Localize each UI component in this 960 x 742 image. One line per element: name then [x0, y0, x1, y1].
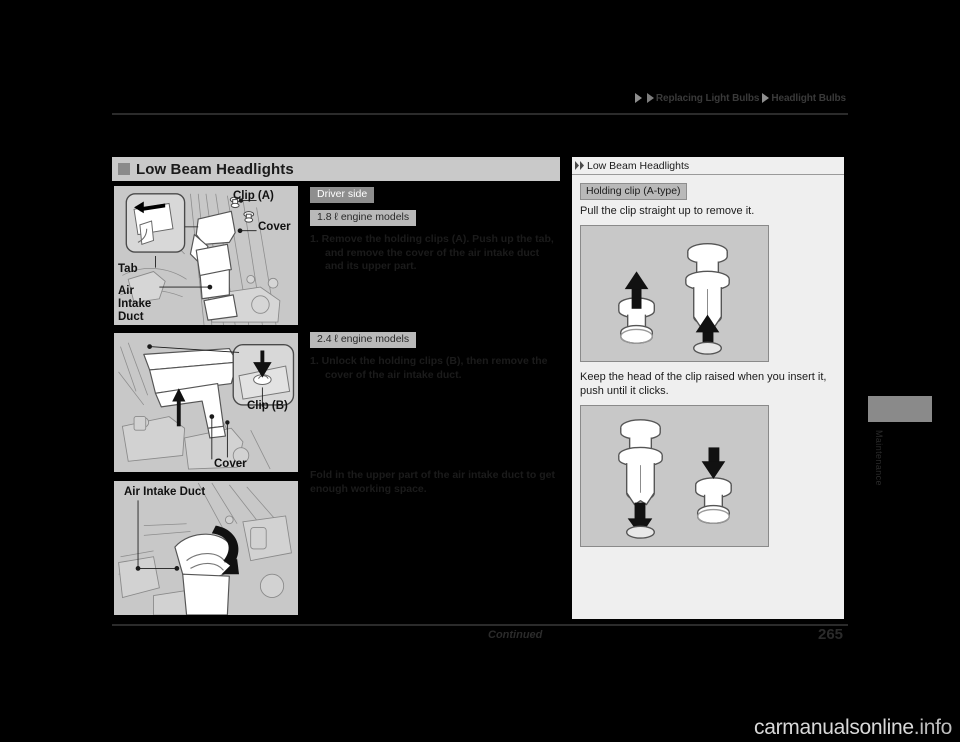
manual-page: Replacing Light Bulbs Headlight Bulbs Lo…: [0, 0, 960, 742]
tag-driver-side: Driver side: [310, 187, 375, 203]
breadcrumb: Replacing Light Bulbs Headlight Bulbs: [632, 88, 846, 108]
watermark-main: carmanualsonline: [754, 716, 914, 739]
label-clip-a: Clip (A): [233, 190, 274, 202]
tag-24l-engine-models: 2.4 ℓ engine models: [310, 332, 417, 348]
clip-insert-figure: [580, 405, 769, 547]
header-divider: [112, 113, 848, 115]
tag-18l-engine-models: 1.8 ℓ engine models: [310, 210, 417, 226]
watermark: carmanualsonline.info: [754, 716, 952, 740]
instruction-group-24l: 2.4 ℓ engine models 1. Unlock the holdin…: [310, 329, 560, 382]
tag-holding-clip-a-type: Holding clip (A-type): [580, 183, 687, 200]
footer-continued: Continued: [488, 629, 543, 641]
label-tab: Tab: [118, 263, 138, 275]
watermark-suffix: .info: [913, 716, 953, 739]
page-header: Replacing Light Bulbs Headlight Bulbs: [0, 88, 960, 116]
double-chevron-right-icon: [575, 161, 584, 170]
fold-air-intake-duct-figure: [112, 479, 300, 617]
instruction-group-fold: Fold in the upper part of the air intake…: [310, 469, 560, 496]
breadcrumb-item-replacing-light-bulbs[interactable]: Replacing Light Bulbs: [656, 93, 760, 104]
fold-note: Fold in the upper part of the air intake…: [310, 469, 556, 495]
section-title-bar: Low Beam Headlights: [112, 157, 560, 181]
label-cover-2: Cover: [214, 458, 247, 470]
label-air-intake-duct: Air Intake Duct: [118, 285, 152, 323]
section-tab-marker: [868, 396, 932, 422]
clip-insert-text: Keep the head of the clip raised when yo…: [580, 371, 827, 397]
page-number: 265: [818, 626, 844, 643]
step-18l: 1. Remove the holding clips (A). Push up…: [310, 233, 554, 272]
footer-divider: [112, 624, 848, 626]
label-clip-b: Clip (B): [247, 400, 288, 412]
side-note-title: Low Beam Headlights: [587, 159, 690, 172]
instruction-group-18l: Driver side 1.8 ℓ engine models 1. Remov…: [310, 184, 560, 274]
label-air-intake-duct-2: Air Intake Duct: [124, 486, 206, 498]
clip-remove-text: Pull the clip straight up to remove it.: [580, 205, 755, 217]
filled-square-icon: [118, 163, 130, 175]
chevron-right-icon: [762, 93, 770, 103]
page-title: Low Beam Headlights: [136, 160, 294, 178]
side-note-body: Holding clip (A-type) Pull the clip stra…: [572, 175, 844, 547]
chevron-right-icon: [646, 93, 654, 103]
section-tab-label: Maintenance: [874, 430, 884, 486]
clip-remove-figure: [580, 225, 769, 362]
breadcrumb-item-headlight-bulbs[interactable]: Headlight Bulbs: [771, 93, 846, 104]
step-24l: 1. Unlock the holding clips (B), then re…: [310, 355, 548, 381]
label-cover: Cover: [258, 221, 291, 233]
side-note-header: Low Beam Headlights: [572, 157, 844, 175]
chevron-right-icon: [634, 93, 642, 103]
side-note-box: Low Beam Headlights Holding clip (A-type…: [572, 157, 844, 619]
